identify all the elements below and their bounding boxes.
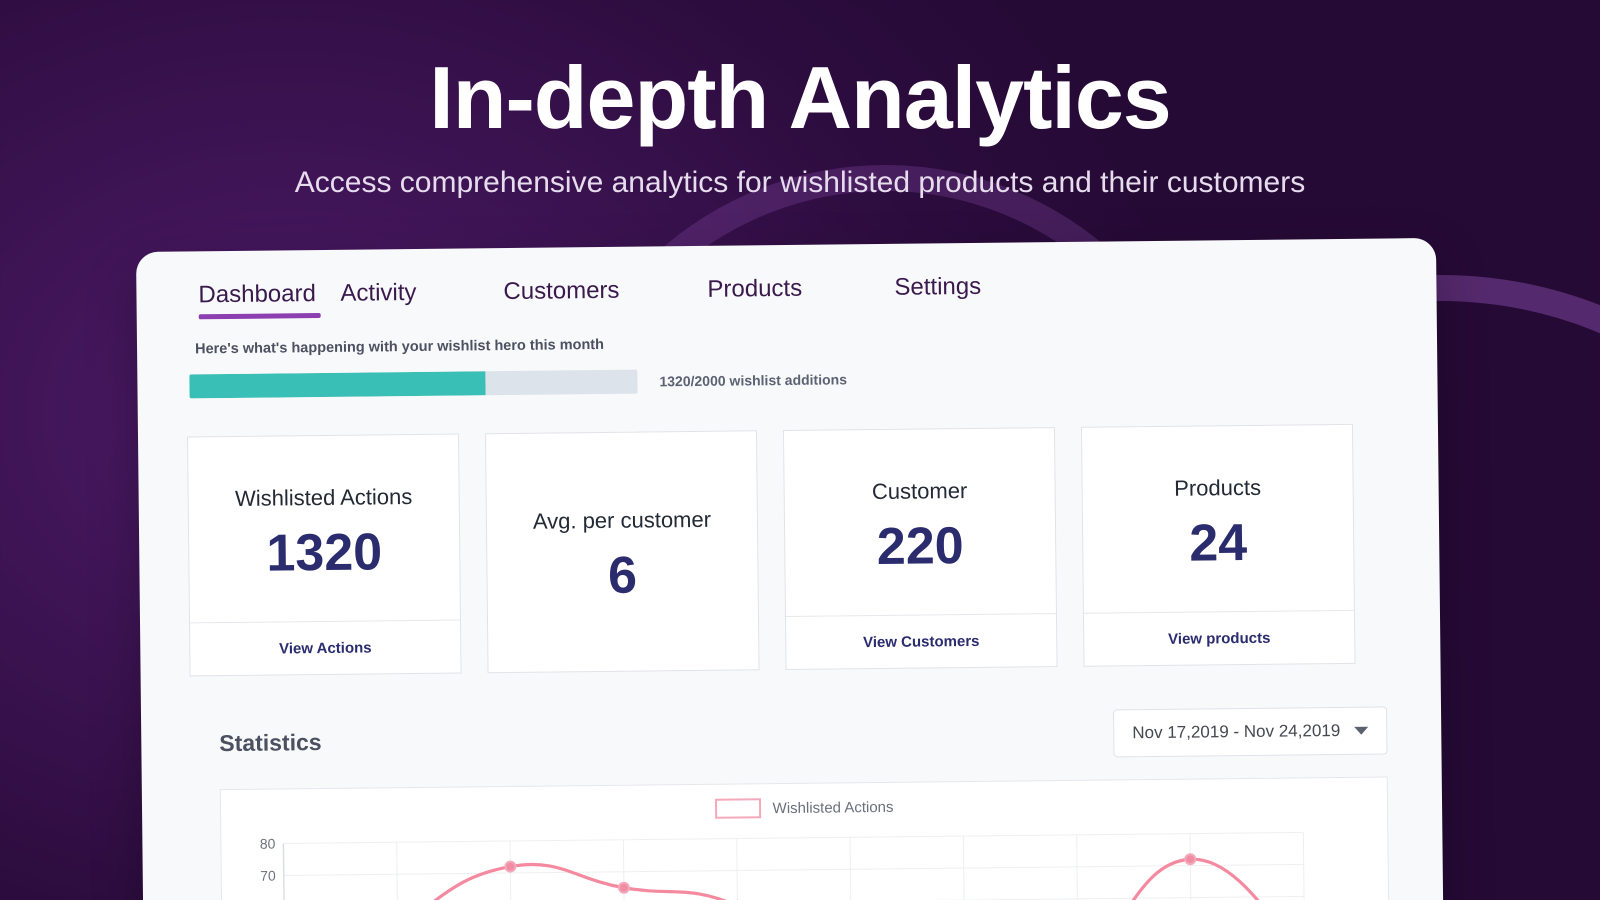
dashboard-note: Here's what's happening with your wishli… xyxy=(195,328,1437,357)
stat-card-footer: View products xyxy=(1084,610,1355,666)
progress-label: 1320/2000 wishlist additions xyxy=(659,371,847,389)
tab-dashboard[interactable]: Dashboard xyxy=(198,276,341,326)
tab-settings[interactable]: Settings xyxy=(894,269,981,318)
stat-card-title: Wishlisted Actions xyxy=(235,484,413,512)
dashboard-panel: Dashboard Activity Customers Products Se… xyxy=(136,238,1443,900)
stat-card-value: 220 xyxy=(877,520,964,573)
stat-card-body: Customer 220 xyxy=(784,428,1056,616)
chart-data-point[interactable] xyxy=(619,883,629,893)
chart-plot-area: 8070605040 xyxy=(221,821,1389,900)
chart-legend: Wishlisted Actions xyxy=(221,777,1387,824)
progress-fill xyxy=(189,371,485,398)
tab-products[interactable]: Products xyxy=(707,270,895,320)
chart-data-point[interactable] xyxy=(505,862,515,872)
statistics-chart-card: Wishlisted Actions 8070605040 xyxy=(220,776,1391,900)
chart-line-svg xyxy=(221,822,1323,900)
statistics-title: Statistics xyxy=(219,729,322,757)
tab-label: Customers xyxy=(503,277,619,305)
tab-label: Dashboard xyxy=(198,280,316,308)
stat-card-title: Avg. per customer xyxy=(533,507,711,535)
stat-card-body: Wishlisted Actions 1320 xyxy=(188,435,460,623)
hero-section: In-depth Analytics Access comprehensive … xyxy=(0,0,1600,200)
stat-card-footer: View Customers xyxy=(786,613,1057,669)
stat-card-value: 24 xyxy=(1189,516,1247,569)
stat-card-customer: Customer 220 View Customers xyxy=(783,427,1058,670)
stat-card-avg-per-customer: Avg. per customer 6 xyxy=(485,430,760,673)
legend-swatch-wishlisted-actions xyxy=(714,798,760,818)
view-actions-link[interactable]: View Actions xyxy=(279,639,372,657)
view-customers-link[interactable]: View Customers xyxy=(863,632,980,650)
legend-label: Wishlisted Actions xyxy=(773,798,894,816)
tab-bar: Dashboard Activity Customers Products Se… xyxy=(136,238,1437,326)
statistics-header: Statistics Nov 17,2019 - Nov 24,2019 xyxy=(219,706,1387,767)
stat-card-title: Customer xyxy=(872,478,968,505)
stat-card-value: 1320 xyxy=(266,526,382,579)
page-subtitle: Access comprehensive analytics for wishl… xyxy=(0,166,1600,200)
progress-track xyxy=(189,370,637,399)
tab-label: Products xyxy=(707,275,802,303)
stat-card-body: Avg. per customer 6 xyxy=(486,431,759,672)
tab-label: Activity xyxy=(340,279,416,307)
stat-card-grid: Wishlisted Actions 1320 View Actions Avg… xyxy=(187,423,1441,677)
chevron-down-icon xyxy=(1354,727,1368,735)
view-products-link[interactable]: View products xyxy=(1168,629,1270,647)
stat-card-footer: View Actions xyxy=(190,620,461,676)
tab-activity[interactable]: Activity xyxy=(340,274,504,324)
page-title: In-depth Analytics xyxy=(0,52,1600,144)
stat-card-title: Products xyxy=(1174,474,1261,501)
date-range-value: Nov 17,2019 - Nov 24,2019 xyxy=(1132,721,1340,743)
chart-series-line xyxy=(284,856,1306,900)
stat-card-products: Products 24 View products xyxy=(1081,424,1356,667)
stat-card-value: 6 xyxy=(608,550,637,602)
chart-data-point[interactable] xyxy=(1185,854,1195,864)
stat-card-body: Products 24 xyxy=(1082,425,1354,613)
tab-label: Settings xyxy=(894,273,981,301)
wishlist-progress: 1320/2000 wishlist additions xyxy=(189,361,1437,399)
stat-card-wishlisted-actions: Wishlisted Actions 1320 View Actions xyxy=(187,434,462,677)
tab-customers[interactable]: Customers xyxy=(503,272,708,322)
date-range-picker[interactable]: Nov 17,2019 - Nov 24,2019 xyxy=(1113,706,1387,757)
